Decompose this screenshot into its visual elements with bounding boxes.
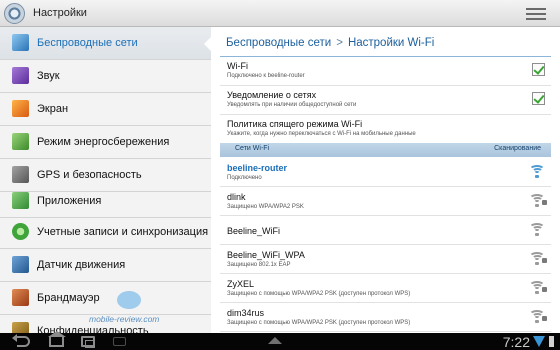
network-status: Защищено WPA/WPA2 PSK [227,204,304,210]
wifi-checkbox[interactable] [532,63,545,76]
pref-title: Wi-Fi [227,61,248,71]
mini-apps-arrow-icon[interactable] [268,337,282,344]
settings-app-icon[interactable] [4,3,25,24]
sound-icon [12,67,29,84]
network-item[interactable]: Beeline_WiFi [220,216,551,245]
breadcrumb-current: Настройки Wi-Fi [347,37,435,49]
wifi-signal-locked-icon [529,310,547,323]
sidebar-item-label: Приложения [37,195,102,207]
menu-icon[interactable] [526,5,546,21]
recent-apps-icon[interactable] [81,336,95,348]
breadcrumb: Беспроводные сети > Настройки Wi-Fi [226,37,434,49]
sidebar-item-power-saving[interactable]: Режим энергосбережения [0,126,211,159]
sidebar-item-label: Экран [37,103,69,115]
privacy-icon [12,322,29,333]
network-status: Подключено [227,175,262,181]
sidebar-item-accounts-sync[interactable]: Учетные записи и синхронизация [0,216,211,249]
scan-button[interactable]: Сканирование [494,145,541,152]
wifi-signal-locked-icon [529,252,547,265]
network-ssid: beeline-router [227,163,288,173]
breadcrumb-parent[interactable]: Беспроводные сети [226,37,331,49]
clock[interactable]: 7:22 [503,334,530,350]
system-bar: 7:22 [0,331,560,350]
sidebar-item-label: Режим энергосбережения [37,136,170,148]
wifi-status-icon [533,336,545,347]
wifi-settings-icon [12,34,29,51]
wifi-signal-locked-icon [529,281,547,294]
watermark: mobile-review.com [89,291,189,327]
settings-sidebar: Беспроводные сети Звук Экран Режим энерг… [0,27,211,333]
networks-category-label: Сети Wi-Fi [235,145,270,152]
network-ssid: Beeline_WiFi [227,226,281,236]
sidebar-item-label: GPS и безопасность [37,169,142,181]
pref-summary: Уведомлять при наличии общедоступной сет… [227,102,357,108]
sync-icon [12,223,29,240]
sidebar-item-label: Датчик движения [37,259,126,271]
sidebar-item-label: Учетные записи и синхронизация [37,226,209,238]
power-saving-icon [12,133,29,150]
pref-wifi[interactable]: Wi-Fi Подключено к beeline-router [220,57,551,86]
network-item[interactable]: Beeline_WiFi_WPA Защищено 802.1x EAP [220,245,551,274]
sidebar-item-label: Звук [37,70,60,82]
network-item[interactable]: beeline-router Подключено [220,158,551,187]
sidebar-item-apps[interactable]: Приложения [0,185,211,218]
battery-icon [549,336,554,347]
network-status: Защищено с помощью WPA/WPA2 PSK (доступе… [227,320,411,326]
breadcrumb-separator: > [336,37,343,49]
app-title: Настройки [33,7,87,19]
apps-icon [12,192,29,209]
pref-summary: Укажите, когда нужно переключаться с Wi-… [227,131,416,137]
sidebar-item-motion-sensor[interactable]: Датчик движения [0,249,211,282]
pref-summary: Подключено к beeline-router [227,73,305,79]
sidebar-item-display[interactable]: Экран [0,93,211,126]
pref-title: Политика спящего режима Wi-Fi [227,119,363,129]
wifi-settings-pane: Беспроводные сети > Настройки Wi-Fi Wi-Fi … [211,27,560,333]
network-status: Защищено с помощью WPA/WPA2 PSK (доступе… [227,291,411,297]
watermark-text: mobile-review.com [89,314,160,324]
network-item[interactable]: ZyXEL Защищено с помощью WPA/WPA2 PSK (д… [220,274,551,303]
pref-sleep-policy[interactable]: Политика спящего режима Wi-Fi Укажите, к… [220,115,551,144]
firewall-icon [12,289,29,306]
network-item[interactable]: dlink Защищено WPA/WPA2 PSK [220,187,551,216]
network-notification-checkbox[interactable] [532,92,545,105]
sidebar-item-wireless[interactable]: Беспроводные сети [0,27,211,60]
wifi-signal-icon [529,165,545,178]
sidebar-item-label: Беспроводные сети [37,37,138,49]
network-ssid: ZyXEL [227,279,255,289]
display-icon [12,100,29,117]
home-icon[interactable] [48,331,66,347]
back-icon[interactable] [12,334,30,347]
wifi-signal-locked-icon [529,194,547,207]
network-ssid: dlink [227,192,246,202]
network-ssid: Beeline_WiFi_WPA [227,250,305,260]
pref-network-notification[interactable]: Уведомление о сетях Уведомлять при налич… [220,86,551,115]
network-status: Защищено 802.1x EAP [227,262,291,268]
gps-security-icon [12,166,29,183]
network-item[interactable]: dim34rus Защищено с помощью WPA/WPA2 PSK… [220,303,551,332]
action-bar: Настройки [0,0,560,27]
sidebar-item-sound[interactable]: Звук [0,60,211,93]
pref-title: Уведомление о сетях [227,90,317,100]
wifi-signal-icon [529,223,545,236]
networks-category-header: Сети Wi-Fi Сканирование [220,143,551,157]
motion-sensor-icon [12,256,29,273]
watermark-logo-icon [117,291,141,309]
screenshot-icon[interactable] [113,337,126,346]
network-ssid: dim34rus [227,308,265,318]
